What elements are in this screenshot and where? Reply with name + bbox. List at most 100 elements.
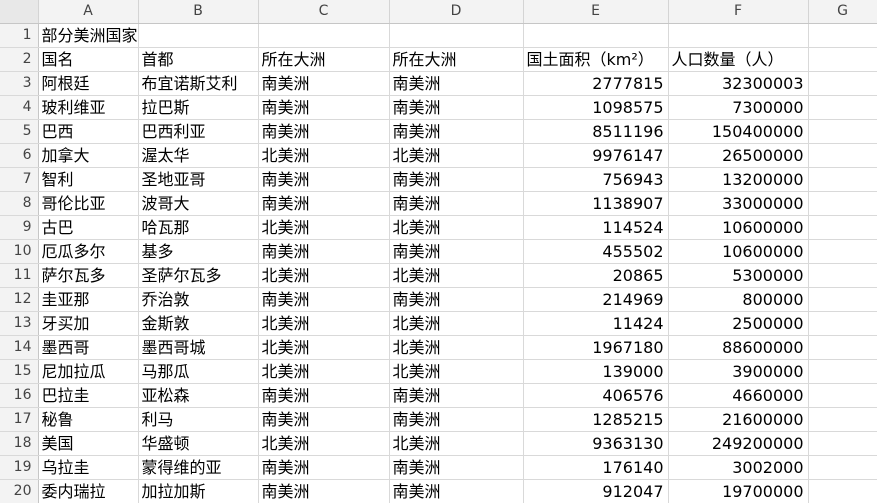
area-cell[interactable]: 455502 bbox=[523, 239, 669, 264]
cell[interactable] bbox=[808, 479, 877, 503]
cell[interactable] bbox=[808, 311, 877, 336]
cell[interactable] bbox=[138, 23, 259, 48]
country-cell[interactable]: 尼加拉瓜 bbox=[38, 359, 139, 384]
cell[interactable] bbox=[258, 23, 390, 48]
capital-cell[interactable]: 基多 bbox=[138, 239, 259, 264]
cell[interactable] bbox=[808, 335, 877, 360]
column-header-b[interactable]: B bbox=[138, 0, 259, 24]
continent-cell[interactable]: 北美洲 bbox=[389, 311, 524, 336]
cell[interactable] bbox=[808, 215, 877, 240]
column-header-g[interactable]: G bbox=[808, 0, 877, 24]
continent-cell[interactable]: 南美洲 bbox=[258, 191, 390, 216]
row-header[interactable]: 3 bbox=[0, 71, 39, 96]
row-header[interactable]: 6 bbox=[0, 143, 39, 168]
area-cell[interactable]: 406576 bbox=[523, 383, 669, 408]
population-cell[interactable]: 7300000 bbox=[668, 95, 809, 120]
capital-cell[interactable]: 波哥大 bbox=[138, 191, 259, 216]
capital-cell[interactable]: 巴西利亚 bbox=[138, 119, 259, 144]
continent-cell[interactable]: 北美洲 bbox=[389, 335, 524, 360]
country-cell[interactable]: 玻利维亚 bbox=[38, 95, 139, 120]
country-cell[interactable]: 圭亚那 bbox=[38, 287, 139, 312]
capital-cell[interactable]: 哈瓦那 bbox=[138, 215, 259, 240]
area-cell[interactable]: 20865 bbox=[523, 263, 669, 288]
continent-cell[interactable]: 南美洲 bbox=[258, 455, 390, 480]
continent-cell[interactable]: 南美洲 bbox=[389, 479, 524, 503]
row-header[interactable]: 10 bbox=[0, 239, 39, 264]
cell[interactable] bbox=[808, 191, 877, 216]
country-cell[interactable]: 墨西哥 bbox=[38, 335, 139, 360]
cell[interactable] bbox=[808, 239, 877, 264]
continent-cell[interactable]: 南美洲 bbox=[389, 119, 524, 144]
continent-cell[interactable]: 南美洲 bbox=[389, 239, 524, 264]
population-cell[interactable]: 150400000 bbox=[668, 119, 809, 144]
area-cell[interactable]: 114524 bbox=[523, 215, 669, 240]
capital-cell[interactable]: 马那瓜 bbox=[138, 359, 259, 384]
continent-cell[interactable]: 南美洲 bbox=[389, 455, 524, 480]
country-cell[interactable]: 巴西 bbox=[38, 119, 139, 144]
continent-cell[interactable]: 南美洲 bbox=[389, 71, 524, 96]
capital-cell[interactable]: 圣地亚哥 bbox=[138, 167, 259, 192]
row-header[interactable]: 1 bbox=[0, 23, 39, 48]
continent-cell[interactable]: 南美洲 bbox=[258, 71, 390, 96]
population-cell[interactable]: 32300003 bbox=[668, 71, 809, 96]
country-cell[interactable]: 古巴 bbox=[38, 215, 139, 240]
country-cell[interactable]: 巴拉圭 bbox=[38, 383, 139, 408]
area-cell[interactable]: 1138907 bbox=[523, 191, 669, 216]
row-header[interactable]: 13 bbox=[0, 311, 39, 336]
row-header[interactable]: 5 bbox=[0, 119, 39, 144]
select-all-corner[interactable] bbox=[0, 0, 39, 24]
area-cell[interactable]: 214969 bbox=[523, 287, 669, 312]
cell[interactable] bbox=[808, 119, 877, 144]
area-cell[interactable]: 139000 bbox=[523, 359, 669, 384]
cell[interactable] bbox=[808, 287, 877, 312]
row-header[interactable]: 11 bbox=[0, 263, 39, 288]
area-cell[interactable]: 1285215 bbox=[523, 407, 669, 432]
continent-cell[interactable]: 南美洲 bbox=[258, 479, 390, 503]
header-cell-area[interactable]: 国土面积（km²） bbox=[523, 47, 669, 72]
continent-cell[interactable]: 北美洲 bbox=[389, 215, 524, 240]
population-cell[interactable]: 3900000 bbox=[668, 359, 809, 384]
title-cell[interactable]: 部分美洲国家 bbox=[38, 23, 139, 48]
area-cell[interactable]: 912047 bbox=[523, 479, 669, 503]
country-cell[interactable]: 乌拉圭 bbox=[38, 455, 139, 480]
capital-cell[interactable]: 金斯敦 bbox=[138, 311, 259, 336]
continent-cell[interactable]: 南美洲 bbox=[389, 383, 524, 408]
continent-cell[interactable]: 北美洲 bbox=[258, 263, 390, 288]
column-header-c[interactable]: C bbox=[258, 0, 390, 24]
country-cell[interactable]: 智利 bbox=[38, 167, 139, 192]
row-header[interactable]: 19 bbox=[0, 455, 39, 480]
cell[interactable] bbox=[808, 167, 877, 192]
header-cell-continent[interactable]: 所在大洲 bbox=[389, 47, 524, 72]
cell[interactable] bbox=[808, 455, 877, 480]
row-header[interactable]: 7 bbox=[0, 167, 39, 192]
area-cell[interactable]: 756943 bbox=[523, 167, 669, 192]
column-header-d[interactable]: D bbox=[389, 0, 524, 24]
cell[interactable] bbox=[808, 23, 877, 48]
area-cell[interactable]: 176140 bbox=[523, 455, 669, 480]
area-cell[interactable]: 1098575 bbox=[523, 95, 669, 120]
capital-cell[interactable]: 墨西哥城 bbox=[138, 335, 259, 360]
population-cell[interactable]: 3002000 bbox=[668, 455, 809, 480]
country-cell[interactable]: 秘鲁 bbox=[38, 407, 139, 432]
continent-cell[interactable]: 南美洲 bbox=[258, 383, 390, 408]
row-header[interactable]: 2 bbox=[0, 47, 39, 72]
area-cell[interactable]: 9363130 bbox=[523, 431, 669, 456]
cell[interactable] bbox=[808, 47, 877, 72]
country-cell[interactable]: 萨尔瓦多 bbox=[38, 263, 139, 288]
row-header[interactable]: 16 bbox=[0, 383, 39, 408]
country-cell[interactable]: 委内瑞拉 bbox=[38, 479, 139, 503]
continent-cell[interactable]: 北美洲 bbox=[389, 359, 524, 384]
population-cell[interactable]: 249200000 bbox=[668, 431, 809, 456]
population-cell[interactable]: 19700000 bbox=[668, 479, 809, 503]
continent-cell[interactable]: 北美洲 bbox=[258, 215, 390, 240]
population-cell[interactable]: 33000000 bbox=[668, 191, 809, 216]
row-header[interactable]: 8 bbox=[0, 191, 39, 216]
continent-cell[interactable]: 南美洲 bbox=[258, 167, 390, 192]
capital-cell[interactable]: 布宜诺斯艾利 bbox=[138, 71, 259, 96]
continent-cell[interactable]: 北美洲 bbox=[258, 431, 390, 456]
population-cell[interactable]: 10600000 bbox=[668, 215, 809, 240]
column-header-a[interactable]: A bbox=[38, 0, 139, 24]
header-cell-population[interactable]: 人口数量（人） bbox=[668, 47, 809, 72]
cell[interactable] bbox=[808, 263, 877, 288]
population-cell[interactable]: 88600000 bbox=[668, 335, 809, 360]
